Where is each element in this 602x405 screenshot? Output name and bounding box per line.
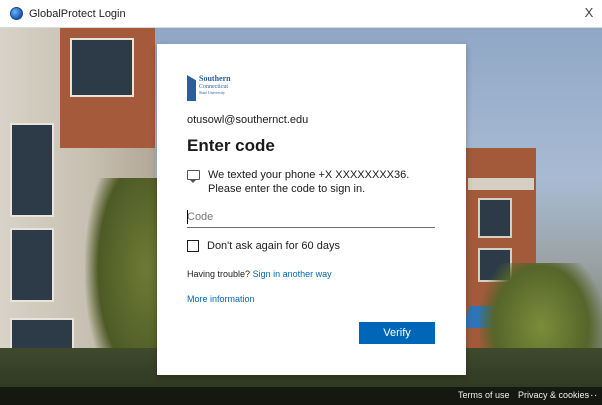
building-window — [478, 198, 512, 238]
logo-text: Southern Connecticut State University — [199, 75, 231, 95]
window-title-bar: GlobalProtect Login X — [0, 0, 602, 28]
building-window — [10, 123, 54, 217]
close-icon[interactable]: X — [582, 5, 596, 21]
globalprotect-globe-icon — [10, 7, 23, 20]
sign-in-another-way-link[interactable]: Sign in another way — [253, 269, 332, 279]
account-email: otusowl@southernct.edu — [187, 114, 309, 126]
building-window — [70, 38, 134, 97]
logo-line3: State University — [199, 90, 225, 95]
university-logo: Southern Connecticut State University — [187, 75, 231, 101]
page-title: Enter code — [187, 136, 275, 155]
building-window — [10, 228, 54, 302]
remember-device-checkbox[interactable] — [187, 240, 199, 252]
remember-device-label: Don't ask again for 60 days — [207, 240, 340, 252]
more-options-button[interactable]: ... — [587, 388, 598, 399]
text-caret — [187, 210, 188, 224]
code-input[interactable] — [187, 206, 435, 228]
terms-of-use-link[interactable]: Terms of use — [458, 390, 510, 400]
window-title: GlobalProtect Login — [29, 7, 126, 20]
footer-bar: Terms of use Privacy & cookies ... — [0, 387, 602, 405]
sms-message-text: We texted your phone +X XXXXXXXX36. Plea… — [208, 169, 410, 195]
trouble-text: Having trouble? — [187, 269, 251, 279]
more-information-link[interactable]: More information — [187, 294, 255, 304]
logo-line1: Southern — [199, 74, 231, 83]
trouble-row: Having trouble? Sign in another way — [187, 269, 332, 279]
speech-bubble-icon — [187, 170, 200, 183]
building-right-trim — [468, 178, 534, 190]
sms-message: We texted your phone +X XXXXXXXX36. Plea… — [187, 168, 437, 196]
remember-device-option[interactable]: Don't ask again for 60 days — [187, 240, 340, 252]
verify-button[interactable]: Verify — [359, 322, 435, 344]
signin-card: Southern Connecticut State University ot… — [157, 44, 466, 375]
logo-mark-icon — [187, 75, 196, 101]
privacy-cookies-link[interactable]: Privacy & cookies — [518, 390, 589, 400]
